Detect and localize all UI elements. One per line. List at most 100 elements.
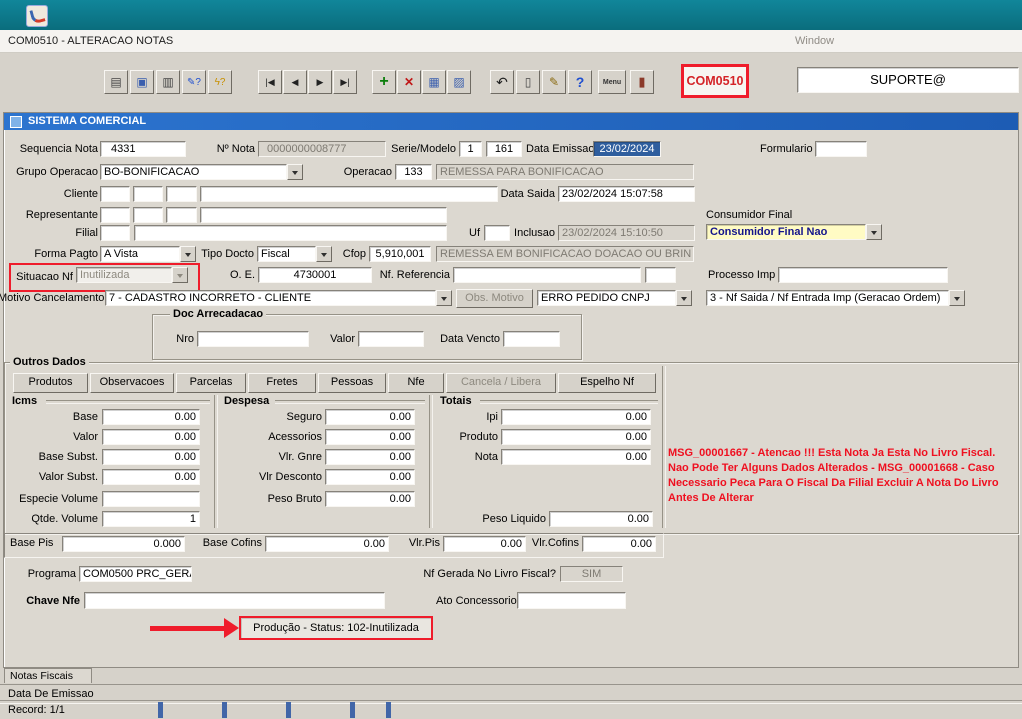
vlr-gnre-field[interactable]: 0.00	[325, 449, 415, 465]
nota-label: Nota	[404, 451, 498, 464]
peso-bruto-label: Peso Bruto	[230, 493, 322, 506]
forma-pagto-dropdown-button[interactable]	[180, 246, 196, 262]
acessorios-field[interactable]: 0.00	[325, 429, 415, 445]
seguro-field[interactable]: 0.00	[325, 409, 415, 425]
data-emissao-label: Data Emissao	[526, 143, 590, 156]
ato-concessorio-field[interactable]	[517, 592, 626, 609]
enter-query-button[interactable]: ▦	[422, 70, 446, 94]
first-record-button[interactable]: |◀	[258, 70, 282, 94]
help-button[interactable]: ?	[568, 70, 592, 94]
modelo-field[interactable]: 161	[486, 141, 522, 157]
motivo-cancelamento-select[interactable]: 7 - CADASTRO INCORRETO - CLIENTE	[105, 290, 436, 306]
grupo-operacao-dropdown-button[interactable]	[287, 164, 303, 180]
oe-field[interactable]: 4730001	[258, 267, 372, 283]
pessoas-button[interactable]: Pessoas	[318, 373, 386, 393]
peso-liquido-label: Peso Liquido	[464, 513, 546, 526]
help-run-button[interactable]: ϟ?	[208, 70, 232, 94]
icms-base-field[interactable]: 0.00	[102, 409, 200, 425]
print-button[interactable]: ▥	[156, 70, 180, 94]
fretes-button[interactable]: Fretes	[248, 373, 316, 393]
next-record-button[interactable]: ▶	[308, 70, 332, 94]
forma-pagto-label: Forma Pagto	[10, 248, 98, 261]
ipi-field[interactable]: 0.00	[501, 409, 651, 425]
obs-motivo-dropdown-button[interactable]	[676, 290, 692, 306]
insert-record-button[interactable]: +	[372, 70, 396, 94]
last-record-button[interactable]: ▶|	[333, 70, 357, 94]
filial-nome-field[interactable]	[134, 225, 447, 241]
forma-pagto-select[interactable]: A Vista	[100, 246, 180, 262]
observacoes-button[interactable]: Observacoes	[90, 373, 174, 393]
produtos-button[interactable]: Produtos	[13, 373, 88, 393]
filial-codigo-field[interactable]	[100, 225, 130, 241]
vlr-pis-field[interactable]: 0.00	[443, 536, 526, 552]
formulario-field[interactable]	[815, 141, 867, 157]
cliente-codigo1-field[interactable]	[100, 186, 130, 202]
tipo-nf-saida-select[interactable]: 3 - Nf Saida / Nf Entrada Imp (Geracao O…	[706, 290, 949, 306]
base-cofins-field[interactable]: 0.00	[265, 536, 389, 552]
exit-button[interactable]: ▮	[630, 70, 654, 94]
vlr-desconto-field[interactable]: 0.00	[325, 469, 415, 485]
icms-section-title: Icms	[12, 395, 37, 408]
sequencia-nota-field[interactable]: 4331	[100, 141, 186, 157]
programa-field[interactable]: COM0500 PRC_GERA	[79, 566, 192, 582]
representante-nome-field[interactable]	[200, 207, 447, 223]
serie-field[interactable]: 1	[459, 141, 482, 157]
parcelas-button[interactable]: Parcelas	[176, 373, 246, 393]
icms-base-subst-field[interactable]: 0.00	[102, 449, 200, 465]
icms-valor-subst-field[interactable]: 0.00	[102, 469, 200, 485]
tipo-nf-saida-dropdown-button[interactable]	[949, 290, 965, 306]
tab-notas-fiscais[interactable]: Notas Fiscais	[4, 668, 92, 683]
doc-data-vencto-field[interactable]	[503, 331, 560, 347]
undo-button[interactable]: ↶	[490, 70, 514, 94]
motivo-cancelamento-dropdown-button[interactable]	[436, 290, 452, 306]
uf-field[interactable]	[484, 225, 510, 241]
representante-codigo1-field[interactable]	[100, 207, 130, 223]
chave-nfe-field[interactable]	[84, 592, 385, 609]
doc-nro-field[interactable]	[197, 331, 309, 347]
grupo-operacao-select[interactable]: BO-BONIFICACAO	[100, 164, 287, 180]
nfe-button[interactable]: Nfe	[388, 373, 444, 393]
data-emissao-field[interactable]: 23/02/2024	[593, 141, 661, 157]
previous-record-button[interactable]: ◀	[283, 70, 307, 94]
representante-codigo3-field[interactable]	[166, 207, 197, 223]
tipo-docto-dropdown-button[interactable]	[316, 246, 332, 262]
nf-referencia-field[interactable]	[453, 267, 641, 283]
processo-imp-field[interactable]	[778, 267, 948, 283]
ipi-label: Ipi	[404, 411, 498, 424]
cliente-codigo2-field[interactable]	[133, 186, 163, 202]
delete-record-button[interactable]: ✕	[397, 70, 421, 94]
clipboard-button[interactable]: ▯	[516, 70, 540, 94]
cliente-nome-field[interactable]	[200, 186, 498, 202]
save-button[interactable]: ▤	[104, 70, 128, 94]
consumidor-final-dropdown-button[interactable]	[866, 224, 882, 240]
produto-field[interactable]: 0.00	[501, 429, 651, 445]
window-list-button[interactable]: ▣	[130, 70, 154, 94]
ato-concessorio-label: Ato Concessorio	[436, 595, 514, 608]
edit-button[interactable]: ✎	[542, 70, 566, 94]
help-edit-button[interactable]: ✎?	[182, 70, 206, 94]
user-field[interactable]: SUPORTE@	[797, 67, 1019, 93]
clear-query-button[interactable]: ▨	[447, 70, 471, 94]
menu-button[interactable]: Menu	[598, 70, 626, 94]
operacao-codigo-field[interactable]: 133	[395, 164, 432, 180]
cfop-codigo-field[interactable]: 5,910,001	[369, 246, 431, 262]
obs-motivo-texto-select[interactable]: ERRO PEDIDO CNPJ	[537, 290, 676, 306]
representante-codigo2-field[interactable]	[133, 207, 163, 223]
icms-valor-field[interactable]: 0.00	[102, 429, 200, 445]
cliente-codigo3-field[interactable]	[166, 186, 197, 202]
vlr-cofins-field[interactable]: 0.00	[582, 536, 656, 552]
nf-referencia-serie-field[interactable]	[645, 267, 676, 283]
qtde-volume-field[interactable]: 1	[102, 511, 200, 527]
numero-nota-field: 0000000008777	[258, 141, 386, 157]
doc-valor-field[interactable]	[358, 331, 424, 347]
peso-bruto-field[interactable]: 0.00	[325, 491, 415, 507]
data-saida-field[interactable]: 23/02/2024 15:07:58	[558, 186, 695, 202]
menu-item-window[interactable]: Window	[795, 35, 834, 48]
tipo-docto-select[interactable]: Fiscal	[257, 246, 316, 262]
base-pis-field[interactable]: 0.000	[62, 536, 185, 552]
espelho-nf-button[interactable]: Espelho Nf	[558, 373, 656, 393]
especie-volume-field[interactable]	[102, 491, 200, 507]
nota-field[interactable]: 0.00	[501, 449, 651, 465]
consumidor-final-select[interactable]: Consumidor Final Nao	[706, 224, 866, 240]
peso-liquido-field[interactable]: 0.00	[549, 511, 653, 527]
